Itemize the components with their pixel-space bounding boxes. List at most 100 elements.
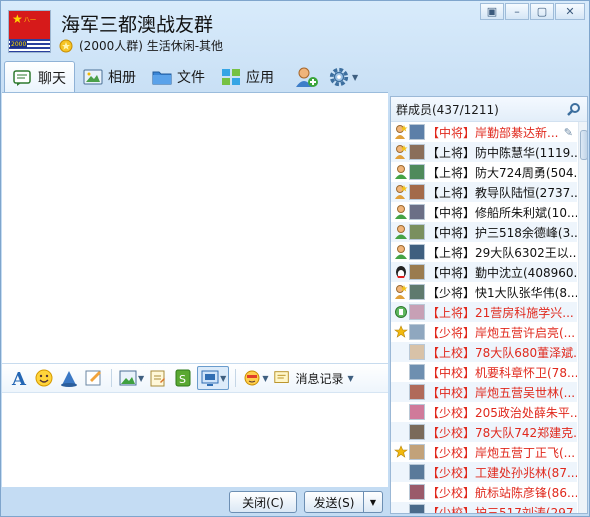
magic-expression-button[interactable] — [58, 366, 80, 390]
member-row[interactable]: 【上校】78大队680董泽斌... — [391, 342, 577, 362]
settings-button[interactable]: ▼ — [324, 61, 362, 93]
online-status-icon — [394, 244, 408, 260]
member-avatar — [409, 444, 425, 460]
member-row[interactable]: 【中将】护三518余德峰(3... — [391, 222, 577, 242]
close-window-button[interactable]: ✕ — [555, 3, 585, 20]
document-button[interactable]: S — [172, 366, 194, 390]
tab-apps[interactable]: 应用 — [213, 61, 282, 93]
logo-text-bottom: 2000 — [10, 41, 28, 48]
group-avatar[interactable]: ★ 八一 2000 — [8, 10, 51, 53]
member-avatar — [409, 304, 425, 320]
shake-icon — [244, 370, 260, 386]
member-row[interactable]: 【中校】岸炮五营吴世林(... — [391, 382, 577, 402]
member-avatar — [409, 124, 425, 140]
member-name: 【上校】78大队680董泽斌... — [427, 345, 577, 360]
member-list-header: 群成员(437/1211) — [391, 97, 587, 122]
tab-chat[interactable]: 聊天 — [4, 61, 75, 93]
add-member-button[interactable] — [290, 61, 324, 93]
scrollbar-thumb[interactable] — [580, 130, 587, 160]
online-status-icon — [394, 224, 408, 240]
member-name: 【中将】勤中沈立(408960... — [427, 265, 577, 280]
admin-status-icon — [394, 144, 408, 160]
member-row[interactable]: 【少校】岸炮五营丁正飞(... — [391, 442, 577, 462]
shake-button[interactable]: ▼ — [242, 366, 268, 390]
toolbar-divider — [235, 369, 237, 387]
member-avatar — [409, 224, 425, 240]
member-row[interactable]: 【中将】勤中沈立(408960... — [391, 262, 577, 282]
member-row[interactable]: 【少校】航标站陈彦锋(86... — [391, 482, 577, 502]
member-avatar — [409, 424, 425, 440]
member-avatar — [409, 324, 425, 340]
tab-album[interactable]: 相册 — [75, 61, 144, 93]
maximize-button[interactable]: ▢ — [530, 3, 554, 20]
member-row[interactable]: 【上将】29大队6302王以... — [391, 242, 577, 262]
emoticon-icon — [35, 369, 53, 387]
window-controls: ▣ – ▢ ✕ — [480, 3, 585, 20]
blank-status-icon — [394, 404, 408, 420]
online-status-icon — [394, 164, 408, 180]
close-button[interactable]: 关闭(C) — [229, 491, 297, 513]
online-status-icon — [394, 204, 408, 220]
group-name[interactable]: 海军三都澳战友群 — [61, 10, 213, 37]
skin-button[interactable]: ▣ — [480, 3, 504, 20]
member-list: 【中将】岸勤部綦达新... 【上将】防中陈慧华(1119... 【上将】防大724周… — [391, 122, 577, 513]
member-scrollbar[interactable] — [578, 122, 587, 513]
member-row[interactable]: 【上将】防大724周勇(504... — [391, 162, 577, 182]
member-row[interactable]: 【上将】防中陈慧华(1119... — [391, 142, 577, 162]
send-image-button[interactable]: ▼ — [118, 366, 144, 390]
member-name: 【少校】航标站陈彦锋(86... — [427, 485, 577, 500]
message-history-button[interactable]: 消息记录 ▼ — [271, 369, 355, 387]
member-avatar — [409, 504, 425, 513]
member-name: 【少将】快1大队张华伟(8... — [427, 285, 577, 300]
chevron-down-icon: ▼ — [262, 373, 269, 383]
send-options-button[interactable]: ▼ — [363, 491, 383, 513]
scribble-button[interactable] — [83, 366, 105, 390]
member-row[interactable]: 【少将】岸炮五营许启亮(... — [391, 322, 577, 342]
member-row[interactable]: 【上将】21营房科施学兴... — [391, 302, 577, 322]
member-row[interactable]: 【少校】78大队742郑建克... — [391, 422, 577, 442]
member-row[interactable]: 【少校】护三517刘涛(297... — [391, 502, 577, 513]
blank-status-icon — [394, 364, 408, 380]
screenshot-button[interactable]: ▼ — [197, 366, 230, 390]
chevron-down-icon: ▼ — [352, 72, 359, 82]
member-avatar — [409, 484, 425, 500]
member-name: 【上将】29大队6302王以... — [427, 245, 577, 260]
svg-text:A: A — [11, 369, 27, 388]
font-button[interactable]: A — [8, 366, 30, 390]
message-display-area[interactable] — [2, 92, 388, 363]
group-info-line: (2000人群) 生活休闲-其他 — [59, 37, 223, 54]
group-info: (2000人群) 生活休闲-其他 — [79, 39, 224, 53]
search-icon[interactable] — [567, 102, 581, 116]
group-level-icon[interactable] — [59, 39, 73, 53]
message-input[interactable] — [2, 393, 388, 487]
member-row[interactable]: 【少校】工建处孙兆林(87... — [391, 462, 577, 482]
member-row[interactable]: 【上将】教导队陆恒(2737... — [391, 182, 577, 202]
member-avatar — [409, 144, 425, 160]
minimize-button[interactable]: – — [505, 3, 529, 20]
member-row[interactable]: 【少校】205政治处薛朱平... — [391, 402, 577, 422]
emoticon-button[interactable] — [33, 366, 55, 390]
toolbar-divider — [111, 369, 112, 387]
tab-files[interactable]: 文件 — [144, 61, 213, 93]
member-name: 【少校】78大队742郑建克... — [427, 425, 577, 440]
member-row[interactable]: 【中将】岸勤部綦达新... — [391, 122, 577, 142]
admin-status-icon — [394, 184, 408, 200]
member-name: 【少将】岸炮五营许启亮(... — [427, 325, 576, 340]
bottom-bar: 关闭(C) 发送(S) ▼ — [2, 487, 388, 517]
clipboard-icon — [150, 370, 166, 387]
clipboard-button[interactable] — [147, 366, 169, 390]
logo-text-top: 八一 — [24, 17, 37, 24]
svg-text:S: S — [179, 373, 186, 386]
magic-icon — [61, 371, 77, 387]
member-row[interactable]: 【少将】快1大队张华伟(8... — [391, 282, 577, 302]
blank-status-icon — [394, 464, 408, 480]
member-row[interactable]: 【中校】机要科章怀卫(78... — [391, 362, 577, 382]
member-avatar — [409, 184, 425, 200]
screenshot-icon — [201, 370, 219, 386]
send-button[interactable]: 发送(S) — [304, 491, 364, 513]
member-row[interactable]: 【中将】修船所朱利斌(10... — [391, 202, 577, 222]
tab-apps-label: 应用 — [246, 70, 274, 86]
admin-status-icon — [394, 124, 408, 140]
member-name: 【少校】岸炮五营丁正飞(... — [427, 445, 576, 460]
member-name: 【中校】机要科章怀卫(78... — [427, 365, 577, 380]
